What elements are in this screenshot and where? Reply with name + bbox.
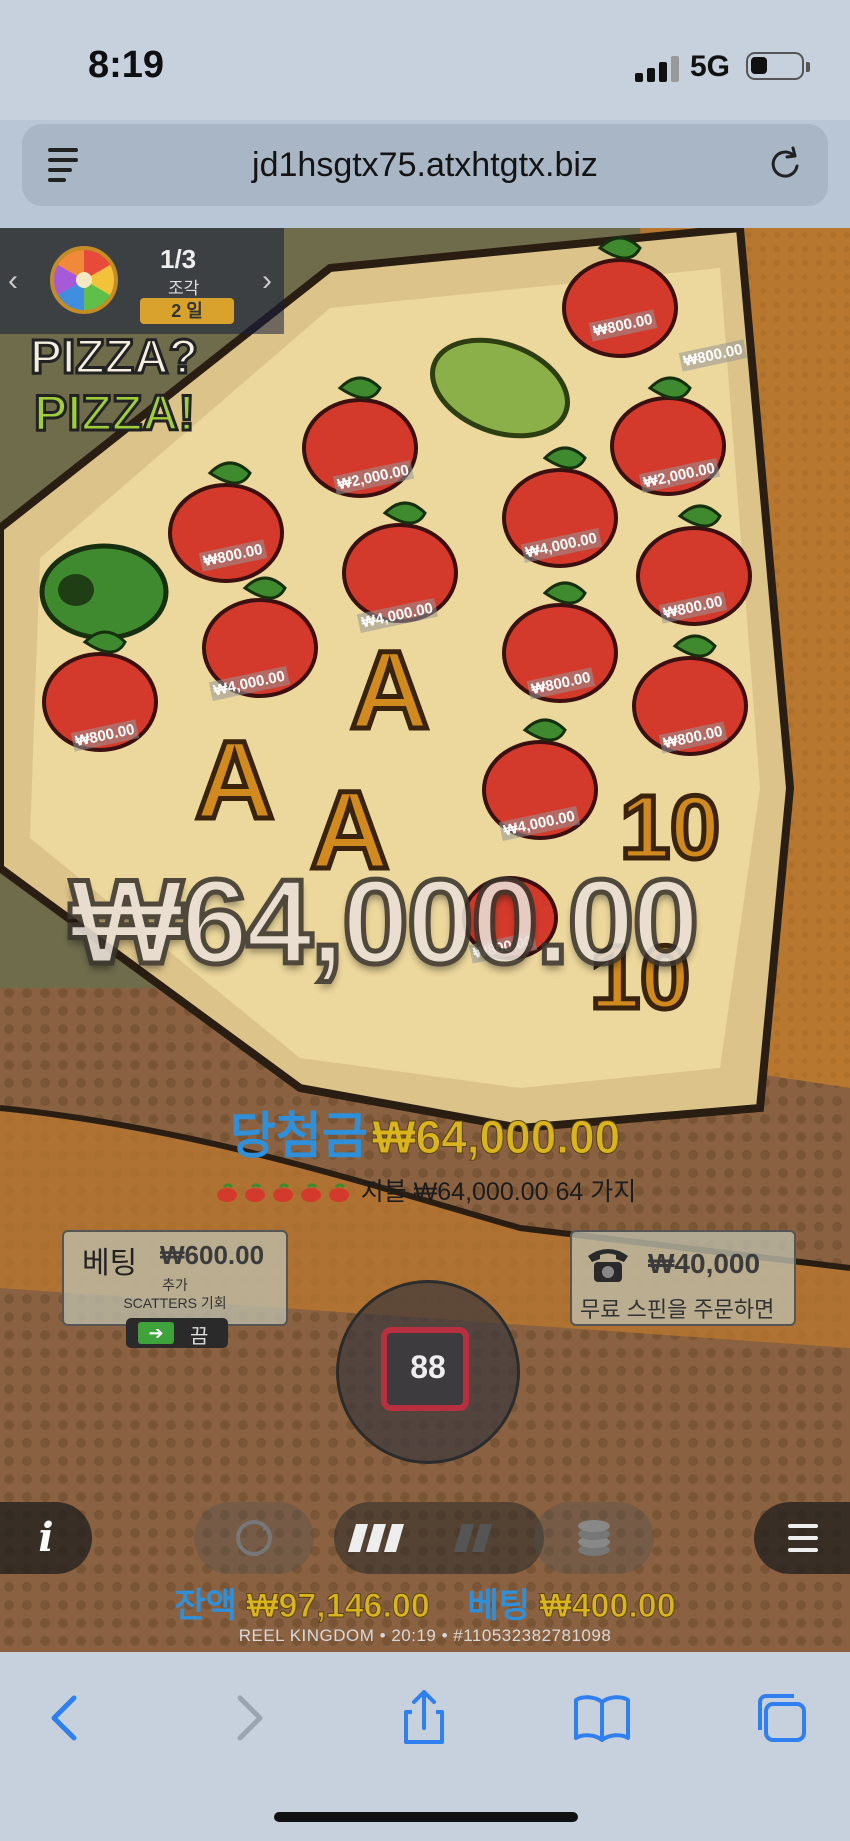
- buy-free-spins-button[interactable]: ₩40,000 무료 스핀을 주문하면: [570, 1230, 796, 1326]
- autoplay-count: 88: [410, 1349, 446, 1385]
- status-bar: 8:19 5G: [0, 0, 850, 120]
- bet-settings-button[interactable]: [534, 1502, 654, 1574]
- bonus-wheel-widget[interactable]: ‹ 1/3 조각 2 일 ›: [0, 228, 284, 334]
- share-icon[interactable]: [394, 1688, 454, 1748]
- wheel-days-badge: 2 일: [140, 298, 234, 324]
- browser-toolbar: [0, 1652, 850, 1841]
- ante-bet-desc-2: SCATTERS 기회: [123, 1295, 227, 1311]
- reload-icon[interactable]: [766, 144, 806, 184]
- wheel-piece-count: 1/3: [160, 244, 197, 274]
- buy-free-spins-text: 무료 스핀을 주문하면: [580, 1297, 775, 1322]
- balance-amount: ₩97,146.00: [246, 1587, 430, 1626]
- telephone-icon: [588, 1249, 628, 1282]
- chevron-left-icon[interactable]: ‹: [8, 264, 18, 298]
- ante-bet-toggle-label: 끔: [190, 1326, 209, 1348]
- address-bar[interactable]: jd1hsgtx75.atxhtgtx.biz: [22, 124, 828, 206]
- fast-forward-icon: [348, 1524, 492, 1552]
- signal-icon: [635, 56, 679, 82]
- game-footer: REEL KINGDOM • 20:19 • #110532382781098: [238, 1626, 612, 1645]
- wheel-piece-label: 조각: [168, 279, 200, 298]
- forward-icon[interactable]: [218, 1688, 278, 1748]
- ante-bet-amount: ₩600.00: [160, 1240, 265, 1270]
- payline-text: 지불 ₩64,000.00 64 가지: [360, 1178, 637, 1206]
- status-time: 8:19: [88, 44, 165, 86]
- tabs-icon[interactable]: [752, 1688, 812, 1748]
- control-bar: i: [0, 1498, 850, 1580]
- coins-icon: [578, 1520, 610, 1556]
- ante-bet-desc-1: 추가: [162, 1277, 188, 1293]
- bookmarks-icon[interactable]: [572, 1688, 632, 1748]
- autoplay-icon: [236, 1520, 272, 1556]
- buy-free-spins-price: ₩40,000: [648, 1248, 761, 1279]
- svg-text:A: A: [195, 719, 274, 842]
- svg-text:A: A: [350, 629, 429, 752]
- url-text[interactable]: jd1hsgtx75.atxhtgtx.biz: [22, 146, 828, 185]
- ante-bet-desc: 추가 SCATTERS 기회: [64, 1276, 286, 1312]
- bet-label: 베팅: [467, 1587, 531, 1625]
- win-label: 당첨금: [229, 1108, 368, 1164]
- spin-button[interactable]: 88: [336, 1280, 520, 1464]
- logo-line1: PIZZA?: [29, 330, 200, 386]
- autoplay-button[interactable]: [194, 1502, 314, 1574]
- info-button[interactable]: i: [0, 1502, 92, 1574]
- menu-button[interactable]: [754, 1502, 850, 1574]
- back-icon[interactable]: [36, 1688, 96, 1748]
- ante-bet-toggle[interactable]: ➔ 끔: [126, 1318, 228, 1348]
- game-logo: PIZZA? PIZZA!: [0, 326, 280, 446]
- chevron-right-icon[interactable]: ›: [262, 264, 272, 298]
- wheel-icon: [50, 246, 118, 314]
- balance-label: 잔액: [174, 1587, 237, 1625]
- balance-bar: 잔액 ₩97,146.00 베팅 ₩400.00: [0, 1578, 850, 1627]
- win-display: 당첨금 ₩64,000.00: [0, 1096, 850, 1168]
- speed-toggle[interactable]: [334, 1502, 544, 1574]
- battery-icon: [746, 52, 810, 80]
- home-indicator: [274, 1812, 578, 1822]
- win-amount: ₩64,000.00: [372, 1111, 621, 1164]
- arrow-right-icon: ➔: [138, 1322, 174, 1344]
- network-label: 5G: [690, 50, 731, 83]
- chili-icon: [214, 1178, 354, 1206]
- big-win-amount: ₩64,000.00: [67, 853, 701, 992]
- payline-info: 지불 ₩64,000.00 64 가지: [0, 1172, 850, 1208]
- ante-bet-box[interactable]: 베팅 ₩600.00 추가 SCATTERS 기회: [62, 1230, 288, 1326]
- bet-amount: ₩400.00: [539, 1587, 676, 1626]
- logo-line2: PIZZA!: [32, 384, 196, 443]
- game-canvas[interactable]: AAA 10 10 ₩800.00 ₩2,000.00 ₩800.00 ₩4,00…: [0, 228, 850, 1652]
